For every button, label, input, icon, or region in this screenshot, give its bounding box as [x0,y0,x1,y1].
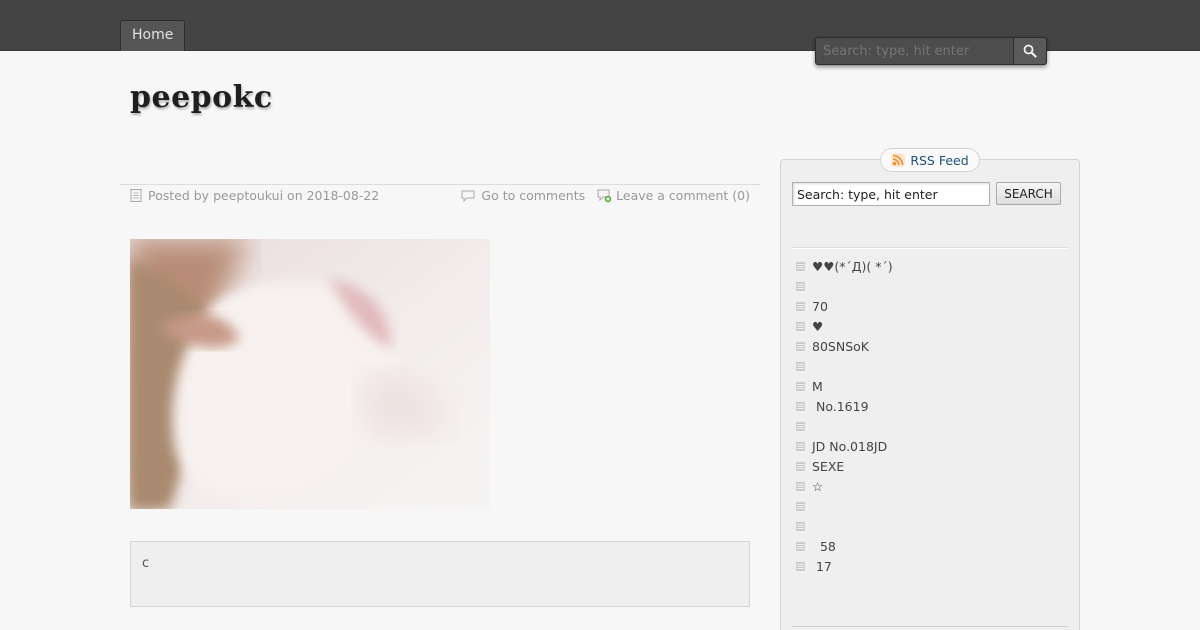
header-search-button[interactable] [1013,38,1046,64]
list-item-label: 58 [812,538,836,554]
posted-by-label: Posted by [148,188,210,203]
rss-feed-label: RSS Feed [910,152,969,168]
list-bullet-icon [796,481,805,491]
speech-bubble-icon [461,190,475,202]
list-item-label: JD No.018JD [812,438,888,454]
list-bullet-icon [796,381,805,391]
comment-add-icon [597,189,612,202]
sidebar-search-button[interactable]: SEARCH [996,182,1061,205]
list-item[interactable]: M [796,376,1066,396]
go-to-comments-link[interactable]: Go to comments [481,188,585,203]
post-comment-links: Go to comments Leave a comment (0) [461,188,750,203]
list-bullet-icon [796,321,805,331]
list-item-label: M [812,378,823,394]
list-item[interactable]: 58 [796,536,1066,556]
post-body-text: c [142,556,150,571]
list-item[interactable]: 17 [796,556,1066,576]
nav-tab-home[interactable]: Home [120,20,186,51]
post-meta-info: Posted by peeptoukui on 2018-08-22 [130,188,379,203]
list-item[interactable]: SEXE [796,456,1066,476]
list-item[interactable] [796,516,1066,536]
list-bullet-icon [796,561,805,571]
sidebar-post-list: ♥♥(*´Д)( *´) 70 ♥ 80SNSoK M No.1619 JD N… [796,256,1066,576]
header-search-box [815,37,1047,65]
list-item[interactable] [796,276,1066,296]
list-bullet-icon [796,401,805,411]
site-title[interactable]: peepokc [130,80,273,115]
list-item[interactable]: ♥ [796,316,1066,336]
header-search-input[interactable] [817,39,1013,63]
list-item[interactable]: ♥♥(*´Д)( *´) [796,256,1066,276]
list-bullet-icon [796,361,805,371]
list-item[interactable]: ☆ [796,476,1066,496]
list-bullet-icon [796,341,805,351]
blurred-photo-image [130,239,490,509]
document-icon [130,189,142,202]
magnifier-icon [1023,44,1037,58]
list-bullet-icon [796,261,805,271]
list-bullet-icon [796,501,805,511]
list-bullet-icon [796,421,805,431]
list-bullet-icon [796,281,805,291]
list-item[interactable] [796,496,1066,516]
list-item[interactable]: No.1619 [796,396,1066,416]
list-bullet-icon [796,521,805,531]
list-item[interactable]: 80SNSoK [796,336,1066,356]
list-item-label: ♥♥(*´Д)( *´) [812,258,893,274]
rss-feed-link[interactable]: RSS Feed [880,148,980,172]
list-item[interactable]: JD No.018JD [796,436,1066,456]
sidebar-search-input[interactable] [792,182,990,206]
author-link[interactable]: peeptoukui [213,188,283,203]
rss-icon [891,153,906,167]
list-item-label: 80SNSoK [812,338,869,354]
list-item[interactable] [796,356,1066,376]
post-meta-bar: Posted by peeptoukui on 2018-08-22 Go to… [120,184,760,208]
list-item-label: ☆ [812,478,824,494]
list-item-label: 70 [812,298,828,314]
sidebar-bottom-divider [792,626,1068,627]
list-bullet-icon [796,461,805,471]
list-bullet-icon [796,301,805,311]
post-content-box: c [130,541,750,607]
post-photo[interactable] [130,239,490,509]
post-date: 2018-08-22 [306,188,380,203]
list-item[interactable] [796,416,1066,436]
leave-comment-link[interactable]: Leave a comment (0) [616,188,750,203]
list-item-label: No.1619 [812,398,869,414]
sidebar-divider [792,247,1068,248]
list-bullet-icon [796,441,805,451]
list-bullet-icon [796,541,805,551]
list-item[interactable]: 70 [796,296,1066,316]
list-item-label: SEXE [812,458,845,474]
list-item-label: ♥ [812,318,824,334]
list-item-label: 17 [812,558,832,574]
on-label: on [287,188,303,203]
